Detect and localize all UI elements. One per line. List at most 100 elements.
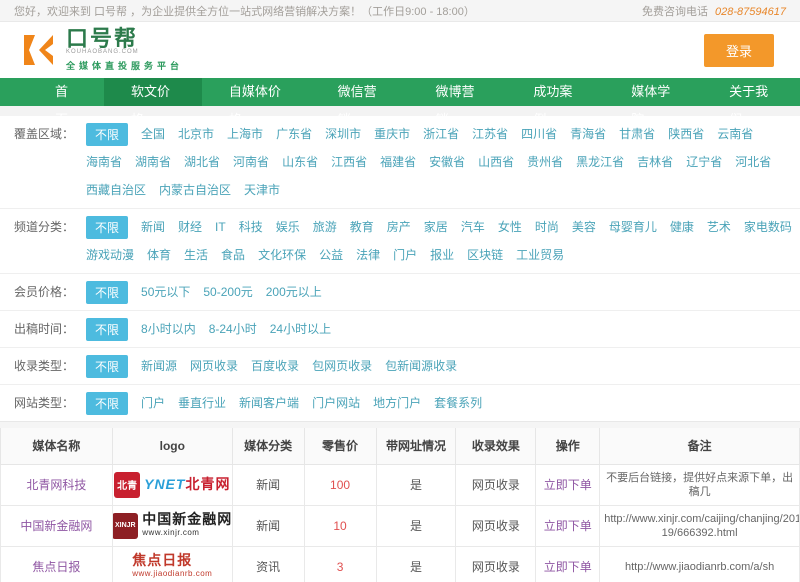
- filter-option[interactable]: 旅游: [313, 215, 337, 239]
- nav-item-4[interactable]: 微博营销: [409, 78, 507, 106]
- filter-option[interactable]: 地方门户: [373, 391, 421, 415]
- filter-option[interactable]: 游戏动漫: [86, 243, 134, 267]
- filter-option[interactable]: 陕西省: [668, 122, 704, 146]
- nav-item-0[interactable]: 首页: [28, 78, 104, 106]
- filter-option[interactable]: IT: [215, 215, 226, 239]
- filter-option[interactable]: 公益: [319, 243, 343, 267]
- filter-option[interactable]: 新闻源: [141, 354, 177, 378]
- nav-item-2[interactable]: 自媒体价格: [202, 78, 311, 106]
- filter-option[interactable]: 法律: [356, 243, 380, 267]
- filter-option[interactable]: 山西省: [478, 150, 514, 174]
- filter-option[interactable]: 200元以上: [266, 280, 322, 304]
- filter-option[interactable]: 报业: [430, 243, 454, 267]
- filter-option[interactable]: 湖北省: [184, 150, 220, 174]
- filter-option[interactable]: 青海省: [570, 122, 606, 146]
- filter-option-selected[interactable]: 不限: [86, 318, 128, 341]
- filter-option[interactable]: 全国: [141, 122, 165, 146]
- filter-option[interactable]: 财经: [178, 215, 202, 239]
- filter-option[interactable]: 河南省: [233, 150, 269, 174]
- filter-option[interactable]: 科技: [239, 215, 263, 239]
- filter-option[interactable]: 辽宁省: [686, 150, 722, 174]
- order-now-link[interactable]: 立即下单: [544, 560, 592, 574]
- filter-option-selected[interactable]: 不限: [86, 355, 128, 378]
- filter-option[interactable]: 时尚: [535, 215, 559, 239]
- filter-option[interactable]: 浙江省: [423, 122, 459, 146]
- filter-option[interactable]: 深圳市: [325, 122, 361, 146]
- filter-option[interactable]: 西藏自治区: [86, 178, 146, 202]
- filter-option[interactable]: 百度收录: [251, 354, 299, 378]
- remark-cell: 不要后台链接，提供好点来源下单，出稿几: [600, 464, 800, 505]
- filter-option[interactable]: 海南省: [86, 150, 122, 174]
- nav-item-7[interactable]: 关于我们: [702, 78, 800, 106]
- filter-option[interactable]: 新闻: [141, 215, 165, 239]
- filter-option[interactable]: 门户网站: [312, 391, 360, 415]
- filter-option[interactable]: 女性: [498, 215, 522, 239]
- filter-option[interactable]: 湖南省: [135, 150, 171, 174]
- filter-option[interactable]: 房产: [387, 215, 411, 239]
- filter-option[interactable]: 江西省: [331, 150, 367, 174]
- filter-option[interactable]: 福建省: [380, 150, 416, 174]
- order-now-link[interactable]: 立即下单: [544, 478, 592, 492]
- filter-option[interactable]: 体育: [147, 243, 171, 267]
- filter-option[interactable]: 健康: [670, 215, 694, 239]
- filter-option-selected[interactable]: 不限: [86, 216, 128, 239]
- filter-option[interactable]: 家居: [424, 215, 448, 239]
- filter-option[interactable]: 山东省: [282, 150, 318, 174]
- filter-option[interactable]: 娱乐: [276, 215, 300, 239]
- filter-option[interactable]: 8小时以内: [141, 317, 196, 341]
- filter-option[interactable]: 工业贸易: [516, 243, 564, 267]
- filter-option[interactable]: 50-200元: [203, 280, 252, 304]
- remark-cell: http://www.xinjr.com/caijing/chanjing/20…: [600, 505, 800, 546]
- filter-option[interactable]: 艺术: [707, 215, 731, 239]
- media-name-link[interactable]: 北青网科技: [26, 478, 86, 492]
- filter-option-selected[interactable]: 不限: [86, 281, 128, 304]
- nav-item-5[interactable]: 成功案例: [506, 78, 604, 106]
- filter-option[interactable]: 包新闻源收录: [385, 354, 457, 378]
- media-name-link[interactable]: 中国新金融网: [20, 519, 92, 533]
- filter-option[interactable]: 8-24小时: [209, 317, 257, 341]
- filter-option[interactable]: 安徽省: [429, 150, 465, 174]
- filter-option[interactable]: 美容: [572, 215, 596, 239]
- filter-option[interactable]: 贵州省: [527, 150, 563, 174]
- filter-option[interactable]: 垂直行业: [178, 391, 226, 415]
- order-now-link[interactable]: 立即下单: [544, 519, 592, 533]
- filter-option[interactable]: 广东省: [276, 122, 312, 146]
- url-cell: 是: [410, 519, 422, 533]
- filter-option[interactable]: 新闻客户端: [239, 391, 299, 415]
- filter-option[interactable]: 甘肃省: [619, 122, 655, 146]
- filter-option[interactable]: 24小时以上: [270, 317, 331, 341]
- filter-option-selected[interactable]: 不限: [86, 392, 128, 415]
- filter-option[interactable]: 上海市: [227, 122, 263, 146]
- filter-option[interactable]: 网页收录: [190, 354, 238, 378]
- filter-option[interactable]: 家电数码: [744, 215, 792, 239]
- filter-option[interactable]: 包网页收录: [312, 354, 372, 378]
- filter-option[interactable]: 重庆市: [374, 122, 410, 146]
- filter-option[interactable]: 江苏省: [472, 122, 508, 146]
- filter-option[interactable]: 母婴育儿: [609, 215, 657, 239]
- filter-option[interactable]: 天津市: [244, 178, 280, 202]
- filter-option[interactable]: 北京市: [178, 122, 214, 146]
- nav-item-6[interactable]: 媒体学院: [604, 78, 702, 106]
- filter-option[interactable]: 四川省: [521, 122, 557, 146]
- filter-option[interactable]: 汽车: [461, 215, 485, 239]
- filter-option[interactable]: 文化环保: [258, 243, 306, 267]
- filter-option[interactable]: 生活: [184, 243, 208, 267]
- filter-label: 网站类型：: [14, 391, 86, 415]
- filter-option[interactable]: 云南省: [717, 122, 753, 146]
- filter-option[interactable]: 教育: [350, 215, 374, 239]
- filter-option[interactable]: 内蒙古自治区: [159, 178, 231, 202]
- login-button[interactable]: 登录: [704, 34, 774, 67]
- media-name-link[interactable]: 焦点日报: [32, 560, 80, 574]
- filter-option[interactable]: 门户: [141, 391, 165, 415]
- filter-option[interactable]: 50元以下: [141, 280, 190, 304]
- filter-option-selected[interactable]: 不限: [86, 123, 128, 146]
- filter-option[interactable]: 套餐系列: [434, 391, 482, 415]
- filter-option[interactable]: 食品: [221, 243, 245, 267]
- filter-option[interactable]: 河北省: [735, 150, 771, 174]
- filter-option[interactable]: 门户: [393, 243, 417, 267]
- nav-item-1[interactable]: 软文价格: [104, 78, 202, 106]
- nav-item-3[interactable]: 微信营销: [311, 78, 409, 106]
- filter-option[interactable]: 黑龙江省: [576, 150, 624, 174]
- filter-option[interactable]: 区块链: [467, 243, 503, 267]
- filter-option[interactable]: 吉林省: [637, 150, 673, 174]
